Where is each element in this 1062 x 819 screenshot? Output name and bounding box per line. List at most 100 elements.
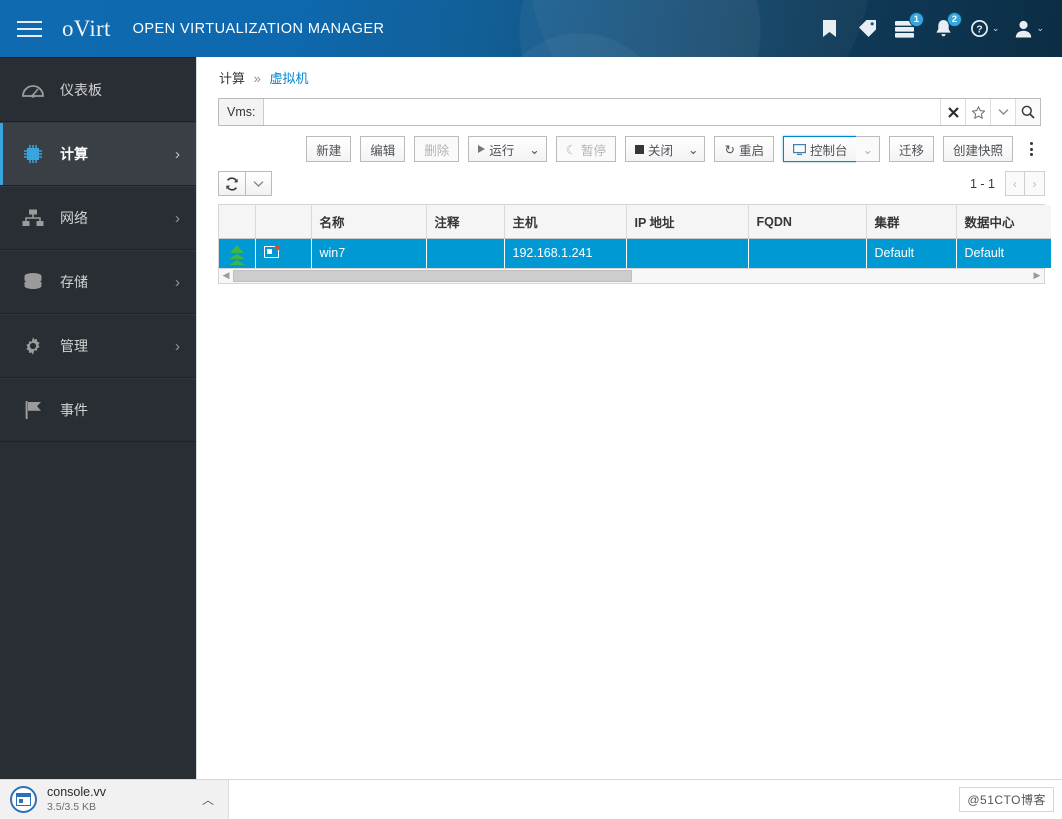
search-clear-icon[interactable]	[940, 99, 965, 125]
toolbar-group-edit: 编辑	[360, 136, 406, 162]
stop-square-icon	[634, 144, 644, 154]
column-header-comment[interactable]: 注释	[426, 205, 505, 239]
scroll-right-arrow-icon[interactable]: ▶	[1030, 269, 1044, 283]
download-item-console-vv[interactable]: console.vv 3.5/3.5 KB ︿	[0, 779, 229, 819]
sidebar-item-storage[interactable]: 存储 ›	[0, 250, 196, 314]
cell-cluster: Default	[866, 238, 957, 268]
chevron-down-icon: ⌄	[529, 142, 540, 157]
ovirt-logo[interactable]: oVirt	[62, 16, 111, 42]
sidebar-item-dashboard[interactable]: 仪表板	[0, 58, 196, 122]
sidebar-footer-spacer	[0, 739, 196, 779]
moon-icon: ☾	[565, 142, 577, 157]
kebab-dot	[1029, 153, 1033, 156]
search-prefix-label: Vms:	[219, 99, 265, 125]
chevron-down-icon: ⌄	[991, 23, 1000, 33]
hamburger-bar	[16, 20, 42, 23]
sidebar-item-events[interactable]: 事件	[0, 378, 196, 442]
search-bookmark-star-icon[interactable]	[965, 99, 990, 125]
sidebar-item-compute[interactable]: 计算 ›	[0, 122, 196, 186]
toolbar-group-suspend: ☾ 暂停	[555, 136, 616, 162]
compute-chip-icon	[20, 142, 46, 166]
cell-comment	[426, 238, 505, 268]
scroll-left-arrow-icon[interactable]: ◀	[219, 269, 233, 283]
tag-icon[interactable]	[849, 0, 887, 57]
browser-download-bar: console.vv 3.5/3.5 KB ︿ @51CTO博客	[0, 779, 1062, 819]
vm-action-toolbar: 新建 编辑 删除 运行 ⌄ ☾ 暂停 关闭 ⌄ ↻ 重启 控制台 ⌄ 迁移 创建…	[197, 126, 1058, 162]
network-icon	[20, 206, 46, 230]
shutdown-vm-dropdown-button[interactable]: ⌄	[681, 136, 706, 162]
sidebar-item-label: 网络	[60, 210, 88, 226]
sidebar-item-administration[interactable]: 管理 ›	[0, 314, 196, 378]
column-header-data-center[interactable]: 数据中心	[956, 205, 1051, 239]
column-header-name[interactable]: 名称	[311, 205, 427, 239]
tasks-icon[interactable]: 1	[887, 0, 925, 57]
sidebar-item-label: 事件	[60, 402, 88, 418]
column-header-ip-address[interactable]: IP 地址	[626, 205, 749, 239]
chevron-down-icon: ⌄	[862, 142, 873, 157]
vm-table: 名称 注释 主机 IP 地址 FQDN 集群 数据中心 win7 192.168…	[219, 205, 1051, 268]
column-header-fqdn[interactable]: FQDN	[748, 205, 867, 239]
cell-status	[219, 238, 256, 268]
arrow-up-part	[229, 244, 244, 253]
run-vm-dropdown-button[interactable]: ⌄	[523, 136, 547, 162]
console-label: 控制台	[809, 143, 848, 158]
edit-vm-button[interactable]: 编辑	[360, 136, 406, 162]
column-header-cluster[interactable]: 集群	[866, 205, 957, 239]
console-button[interactable]: 控制台	[782, 136, 857, 162]
table-row[interactable]: win7 192.168.1.241 Default Default	[219, 238, 1051, 268]
new-vm-button[interactable]: 新建	[306, 136, 352, 162]
suspend-vm-button[interactable]: ☾ 暂停	[555, 136, 616, 162]
delete-vm-button[interactable]: 删除	[414, 136, 460, 162]
watermark: @51CTO博客	[959, 787, 1054, 812]
sidebar-item-network[interactable]: 网络 ›	[0, 186, 196, 250]
search-history-dropdown-icon[interactable]	[990, 99, 1015, 125]
bookmark-icon[interactable]	[811, 0, 849, 57]
user-icon[interactable]: ⌄	[1007, 0, 1052, 57]
bell-icon[interactable]: 2	[925, 0, 963, 57]
chevron-down-icon: ⌄	[1036, 23, 1044, 33]
tasks-badge: 1	[908, 12, 924, 27]
hamburger-menu-icon[interactable]	[0, 0, 58, 57]
toolbar-group-crud: 新建	[306, 136, 352, 162]
table-horizontal-scrollbar[interactable]: ◀ ▶	[218, 267, 1045, 284]
scrollbar-track[interactable]	[233, 269, 1030, 283]
column-header-status[interactable]	[219, 205, 256, 239]
dashboard-icon	[20, 78, 46, 102]
refresh-icon[interactable]	[218, 171, 246, 196]
help-icon[interactable]: ? ⌄	[963, 0, 1008, 57]
masthead: oVirt OPEN VIRTUALIZATION MANAGER 1 2 ? …	[0, 0, 1062, 57]
breadcrumb-current-virtual-machines[interactable]: 虚拟机	[270, 71, 309, 86]
grid-controls: 1 - 1 ‹ ›	[218, 171, 1045, 196]
toolbar-group-migrate: 迁移	[888, 136, 934, 162]
console-dropdown-button[interactable]: ⌄	[856, 136, 880, 162]
pagination-prev-button[interactable]: ‹	[1005, 171, 1025, 196]
column-header-host[interactable]: 主机	[504, 205, 627, 239]
search-submit-icon[interactable]	[1015, 99, 1040, 125]
pagination-next-button[interactable]: ›	[1025, 171, 1045, 196]
monitor-icon	[792, 143, 806, 155]
cell-ip-address	[626, 238, 749, 268]
column-header-type[interactable]	[255, 205, 312, 239]
file-download-icon	[10, 786, 37, 813]
refresh-interval-dropdown-button[interactable]	[246, 171, 272, 196]
download-file-name: console.vv	[47, 785, 107, 799]
migrate-vm-button[interactable]: 迁移	[888, 136, 934, 162]
reboot-vm-button[interactable]: ↻ 重启	[714, 136, 774, 162]
cell-data-center: Default	[956, 238, 1051, 268]
search-bar: Vms:	[218, 98, 1041, 126]
download-text: console.vv 3.5/3.5 KB	[47, 785, 196, 814]
download-menu-chevron-up-icon[interactable]: ︿	[196, 791, 220, 808]
toolbar-overflow-kebab-icon[interactable]	[1020, 136, 1042, 162]
sidebar-item-label: 管理	[60, 338, 88, 354]
sidebar-item-label: 仪表板	[60, 81, 102, 98]
create-snapshot-button[interactable]: 创建快照	[942, 136, 1013, 162]
run-vm-button[interactable]: 运行	[468, 136, 524, 162]
scrollbar-thumb[interactable]	[233, 269, 632, 282]
cell-fqdn	[748, 238, 867, 268]
search-input[interactable]	[264, 99, 940, 125]
chevron-right-icon: ›	[1032, 176, 1037, 191]
shutdown-vm-button[interactable]: 关闭	[624, 136, 682, 162]
play-icon	[478, 145, 486, 153]
reload-icon: ↻	[724, 142, 735, 157]
notifications-badge: 2	[946, 12, 962, 27]
